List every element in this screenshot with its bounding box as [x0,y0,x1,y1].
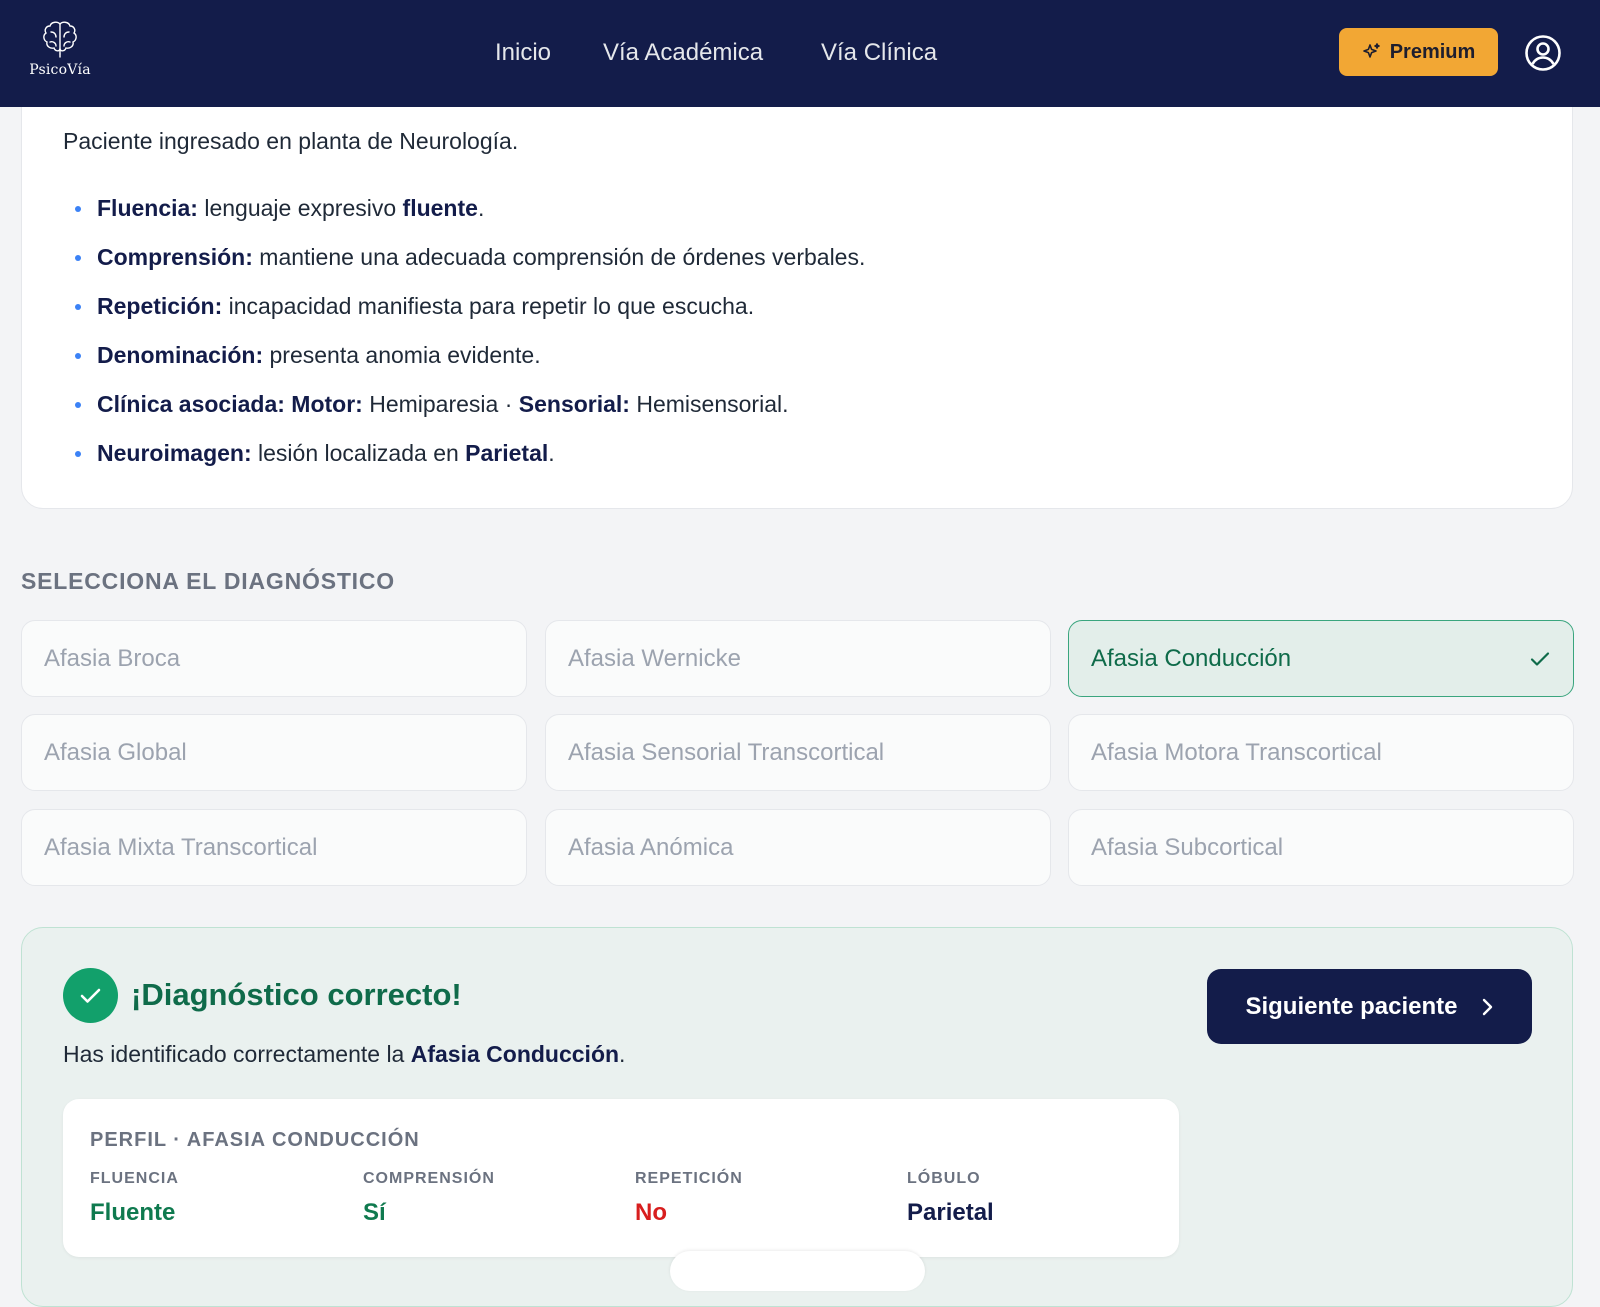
metric-value-repeticion: No [635,1199,667,1226]
finding-comprehension: Comprensión: mantiene una adecuada compr… [75,233,865,282]
metric-value-lobulo: Parietal [907,1199,994,1226]
metric-label-lobulo: LÓBULO [907,1170,981,1187]
option-afasia-global[interactable]: Afasia Global [21,714,527,791]
result-title: ¡Diagnóstico correcto! [131,977,462,1012]
finding-repetition: Repetición: incapacidad manifiesta para … [75,282,865,331]
result-message: Has identificado correctamente la Afasia… [63,1041,626,1067]
metric-label-comprension: COMPRENSIÓN [363,1170,495,1187]
option-afasia-motora-transcortical[interactable]: Afasia Motora Transcortical [1068,714,1574,791]
option-afasia-mixta-transcortical[interactable]: Afasia Mixta Transcortical [21,809,527,886]
user-profile-icon[interactable] [1524,34,1562,72]
metric-label-fluencia: FLUENCIA [90,1170,179,1187]
option-afasia-conduccion[interactable]: Afasia Conducción [1068,620,1574,697]
floating-element [670,1251,925,1291]
finding-associated-clinic: Clínica asociada: Motor: Hemiparesia · S… [75,380,865,429]
metric-value-fluencia: Fluente [90,1199,176,1226]
metric-value-comprension: Sí [363,1199,386,1226]
finding-fluency: Fluencia: lenguaje expresivo fluente. [75,184,865,233]
case-intro: Paciente ingresado en planta de Neurolog… [63,128,519,154]
check-icon [1530,652,1550,666]
nav-via-clinica[interactable]: Vía Clínica [821,36,937,70]
nav-inicio[interactable]: Inicio [495,36,551,70]
premium-label: Premium [1389,40,1476,63]
chevron-right-icon [1482,998,1492,1015]
nav-via-academica[interactable]: Vía Académica [603,36,763,70]
premium-button[interactable]: Premium [1339,28,1498,76]
metric-label-repeticion: REPETICIÓN [635,1170,743,1187]
profile-title: PERFIL · AFASIA CONDUCCIÓN [90,1129,420,1151]
option-afasia-wernicke[interactable]: Afasia Wernicke [545,620,1051,697]
finding-naming: Denominación: presenta anomia evidente. [75,331,865,380]
next-patient-label: Siguiente paciente [1245,992,1458,1020]
profile-card [63,1099,1179,1257]
select-diagnosis-label: SELECCIONA EL DIAGNÓSTICO [21,568,395,594]
option-afasia-sensorial-transcortical[interactable]: Afasia Sensorial Transcortical [545,714,1051,791]
top-navbar: PsicoVía Inicio Vía Académica Vía Clínic… [0,0,1600,107]
success-check-icon [63,968,118,1023]
option-afasia-subcortical[interactable]: Afasia Subcortical [1068,809,1574,886]
next-patient-button[interactable]: Siguiente paciente [1207,969,1532,1044]
case-findings-list: Fluencia: lenguaje expresivo fluente. Co… [75,184,865,478]
finding-neuroimaging: Neuroimagen: lesión localizada en Pariet… [75,429,865,478]
option-afasia-anomica[interactable]: Afasia Anómica [545,809,1051,886]
sparkle-icon [1362,43,1380,58]
option-afasia-broca[interactable]: Afasia Broca [21,620,527,697]
